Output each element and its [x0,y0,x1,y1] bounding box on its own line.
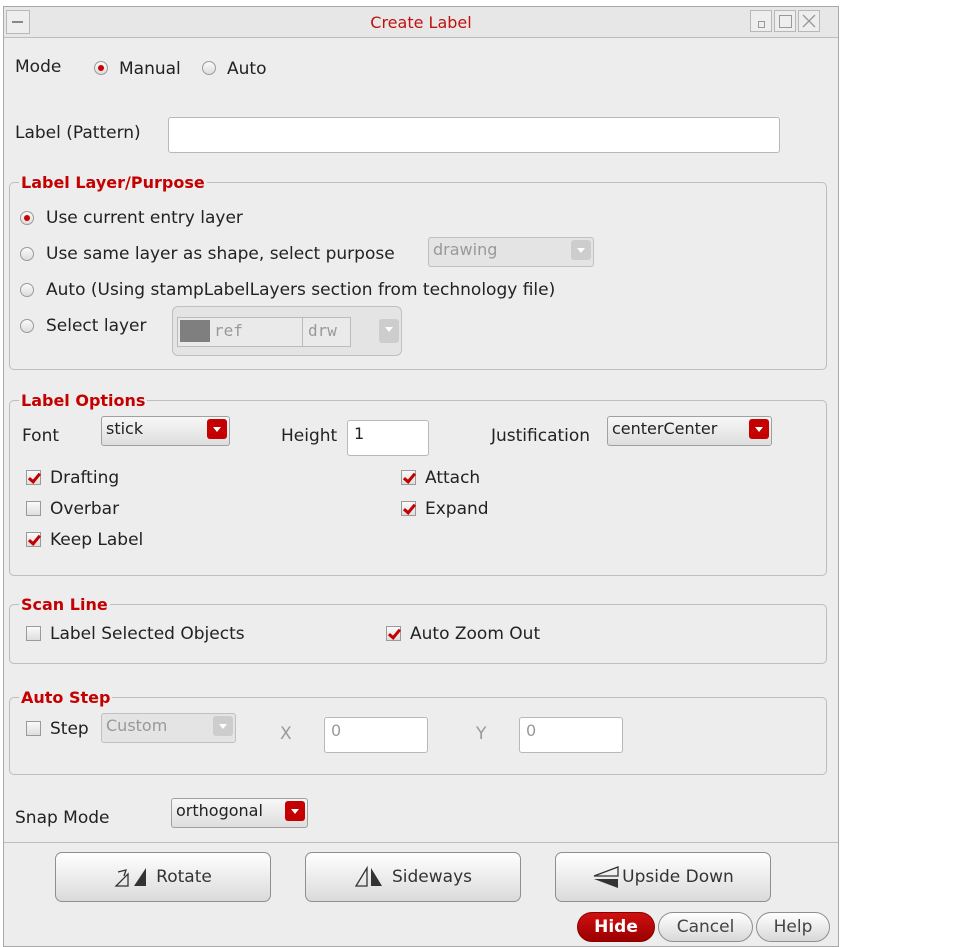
font-dropdown[interactable]: stick [101,416,230,446]
same-layer-label: Use same layer as shape, select purpose [46,244,395,264]
layer-swatch-box: ref drw [177,317,351,347]
snap-mode-dropdown[interactable]: orthogonal [171,798,308,828]
font-value: stick [106,419,144,438]
create-label-dialog: Create Label Mode Manual Auto Label (Pat… [3,6,839,947]
expand-label: Expand [425,499,489,519]
keep-label-label: Keep Label [50,530,144,550]
label-selected-checkbox[interactable] [26,626,41,641]
chevron-down-icon [571,240,591,260]
chevron-down-icon [285,801,305,821]
mode-auto-label: Auto [227,59,267,79]
auto-zoom-checkbox[interactable] [386,626,401,641]
mode-label: Mode [15,57,62,77]
label-options-title: Label Options [19,391,148,410]
x-label: X [280,724,292,744]
step-dropdown[interactable]: Custom [101,713,236,743]
chevron-down-icon [213,716,233,736]
font-label: Font [22,426,60,446]
drafting-label: Drafting [50,468,120,488]
step-label: Step [50,719,89,739]
overbar-label: Overbar [50,499,120,519]
justification-label: Justification [491,426,591,446]
cancel-button[interactable]: Cancel [658,912,753,942]
help-button[interactable]: Help [756,912,830,942]
select-layer-radio[interactable] [20,319,34,333]
select-layer-label: Select layer [46,316,147,336]
rotate-button[interactable]: Rotate [55,852,271,902]
drafting-checkbox[interactable] [26,470,41,485]
sideways-icon [354,866,384,888]
layer-select-dropdown[interactable]: ref drw [172,306,402,356]
window-title: Create Label [370,13,472,32]
y-label: Y [476,724,487,744]
justification-dropdown[interactable]: centerCenter [607,416,772,446]
step-checkbox[interactable] [26,721,41,736]
overbar-checkbox[interactable] [26,501,41,516]
snap-mode-value: orthogonal [176,801,263,820]
upside-down-button[interactable]: Upside Down [555,852,771,902]
height-label: Height [281,426,338,446]
pattern-input[interactable] [168,117,780,153]
keep-label-checkbox[interactable] [26,532,41,547]
purpose-value: drawing [433,240,498,259]
attach-label: Attach [425,468,481,488]
auto-step-title: Auto Step [19,688,113,707]
chevron-down-icon [207,419,227,439]
attach-checkbox[interactable] [401,470,416,485]
auto-zoom-label: Auto Zoom Out [410,624,541,644]
mode-auto-radio[interactable] [202,61,216,75]
minimize-icon[interactable] [750,10,772,32]
layer-purpose-name: drw [308,321,337,340]
maximize-icon[interactable] [774,10,796,32]
hide-button[interactable]: Hide [577,912,655,942]
close-icon[interactable] [798,10,820,32]
upside-down-label: Upside Down [622,867,734,887]
mode-manual-radio[interactable] [94,61,108,75]
y-input[interactable]: 0 [519,717,623,753]
title-bar: Create Label [4,7,838,38]
layer-divider [302,318,303,346]
x-input[interactable]: 0 [324,717,428,753]
purpose-dropdown[interactable]: drawing [428,237,594,267]
expand-checkbox[interactable] [401,501,416,516]
rotate-icon [114,866,148,888]
mode-manual-label: Manual [119,59,181,79]
layer-name: ref [214,321,243,340]
use-current-layer-radio[interactable] [20,211,34,225]
step-value: Custom [106,716,168,735]
justification-value: centerCenter [612,419,718,438]
sideways-label: Sideways [391,867,472,887]
auto-stamp-label: Auto (Using stampLabelLayers section fro… [46,280,556,300]
pattern-label: Label (Pattern) [15,123,141,143]
button-separator [4,842,838,843]
layer-color-swatch [180,320,210,342]
sideways-button[interactable]: Sideways [305,852,521,902]
rotate-label: Rotate [156,867,212,887]
layer-purpose-title: Label Layer/Purpose [19,173,207,192]
same-layer-radio[interactable] [20,247,34,261]
chevron-down-icon [379,319,399,343]
height-input[interactable]: 1 [347,420,429,456]
use-current-layer-label: Use current entry layer [46,208,243,228]
snap-mode-label: Snap Mode [15,808,110,828]
label-selected-label: Label Selected Objects [50,624,245,644]
scan-line-title: Scan Line [19,595,110,614]
auto-stamp-radio[interactable] [20,283,34,297]
chevron-down-icon [749,419,769,439]
upside-down-icon [592,865,620,889]
